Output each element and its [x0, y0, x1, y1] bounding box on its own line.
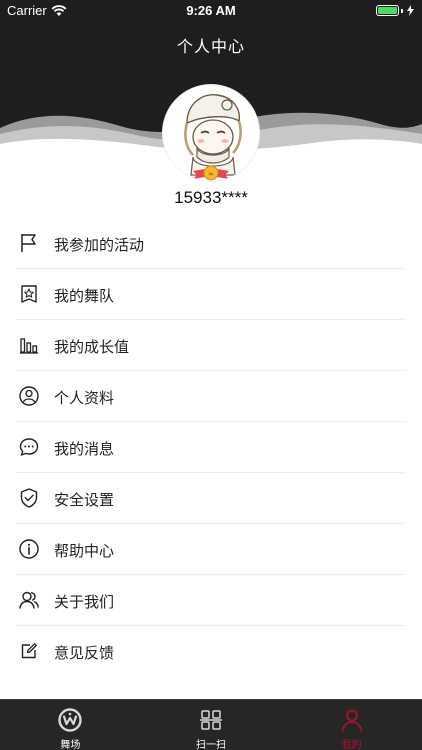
battery-icon: [376, 5, 414, 16]
menu-item-label: 我的舞队: [54, 287, 115, 305]
menu-item-profile[interactable]: 个人资料: [0, 371, 422, 422]
scan-icon: [200, 710, 222, 730]
menu-item-label: 我的消息: [54, 440, 115, 458]
menu-item-label: 我参加的活动: [54, 236, 145, 254]
menu-item-messages[interactable]: 我的消息: [0, 422, 422, 473]
menu-item-dance-team[interactable]: 我的舞队: [0, 269, 422, 320]
tab-mine[interactable]: 我的: [281, 700, 422, 750]
page-title: 个人中心: [176, 37, 245, 56]
menu-item-activities[interactable]: 我参加的活动: [0, 218, 422, 269]
person-icon: [341, 709, 363, 732]
tab-label: 我的: [341, 740, 362, 750]
info-icon: [19, 539, 39, 559]
menu-item-feedback[interactable]: 意见反馈: [0, 626, 422, 677]
chat-bubble-icon: [19, 438, 39, 456]
menu-list: 我参加的活动 我的舞队 我的成长值 个人资料 我的消息 安全设置 帮助中心 关于…: [0, 218, 422, 677]
tab-scan[interactable]: 扫一扫: [141, 700, 282, 750]
menu-item-growth[interactable]: 我的成长值: [0, 320, 422, 371]
status-time: 9:26 AM: [186, 3, 236, 18]
star-badge-icon: [21, 285, 37, 303]
menu-item-label: 帮助中心: [54, 542, 115, 560]
status-bar: Carrier 9:26 AM: [0, 0, 422, 22]
shield-check-icon: [20, 488, 38, 508]
username: 15933****: [174, 188, 248, 207]
dance-logo-icon: [58, 708, 83, 732]
menu-item-help[interactable]: 帮助中心: [0, 524, 422, 575]
users-icon: [19, 591, 39, 609]
avatar[interactable]: ∞: [163, 85, 259, 181]
menu-item-about[interactable]: 关于我们: [0, 575, 422, 626]
menu-item-label: 我的成长值: [54, 338, 130, 356]
menu-item-security[interactable]: 安全设置: [0, 473, 422, 524]
edit-icon: [21, 643, 37, 659]
avatar-illustration: ∞: [163, 85, 259, 181]
tab-dance-floor[interactable]: 舞场: [0, 700, 141, 750]
menu-item-label: 个人资料: [54, 389, 115, 407]
bar-chart-icon: [20, 338, 38, 354]
tab-bar: 舞场 扫一扫 我的: [0, 699, 422, 750]
menu-item-label: 关于我们: [54, 593, 115, 611]
svg-text:∞: ∞: [208, 170, 214, 178]
tab-label: 扫一扫: [196, 740, 226, 750]
charging-bolt-icon: [407, 5, 414, 16]
tab-label: 舞场: [60, 740, 81, 750]
user-circle-icon: [19, 386, 39, 406]
menu-item-label: 安全设置: [54, 491, 115, 509]
menu-item-label: 意见反馈: [54, 644, 115, 662]
flag-icon: [21, 234, 36, 252]
